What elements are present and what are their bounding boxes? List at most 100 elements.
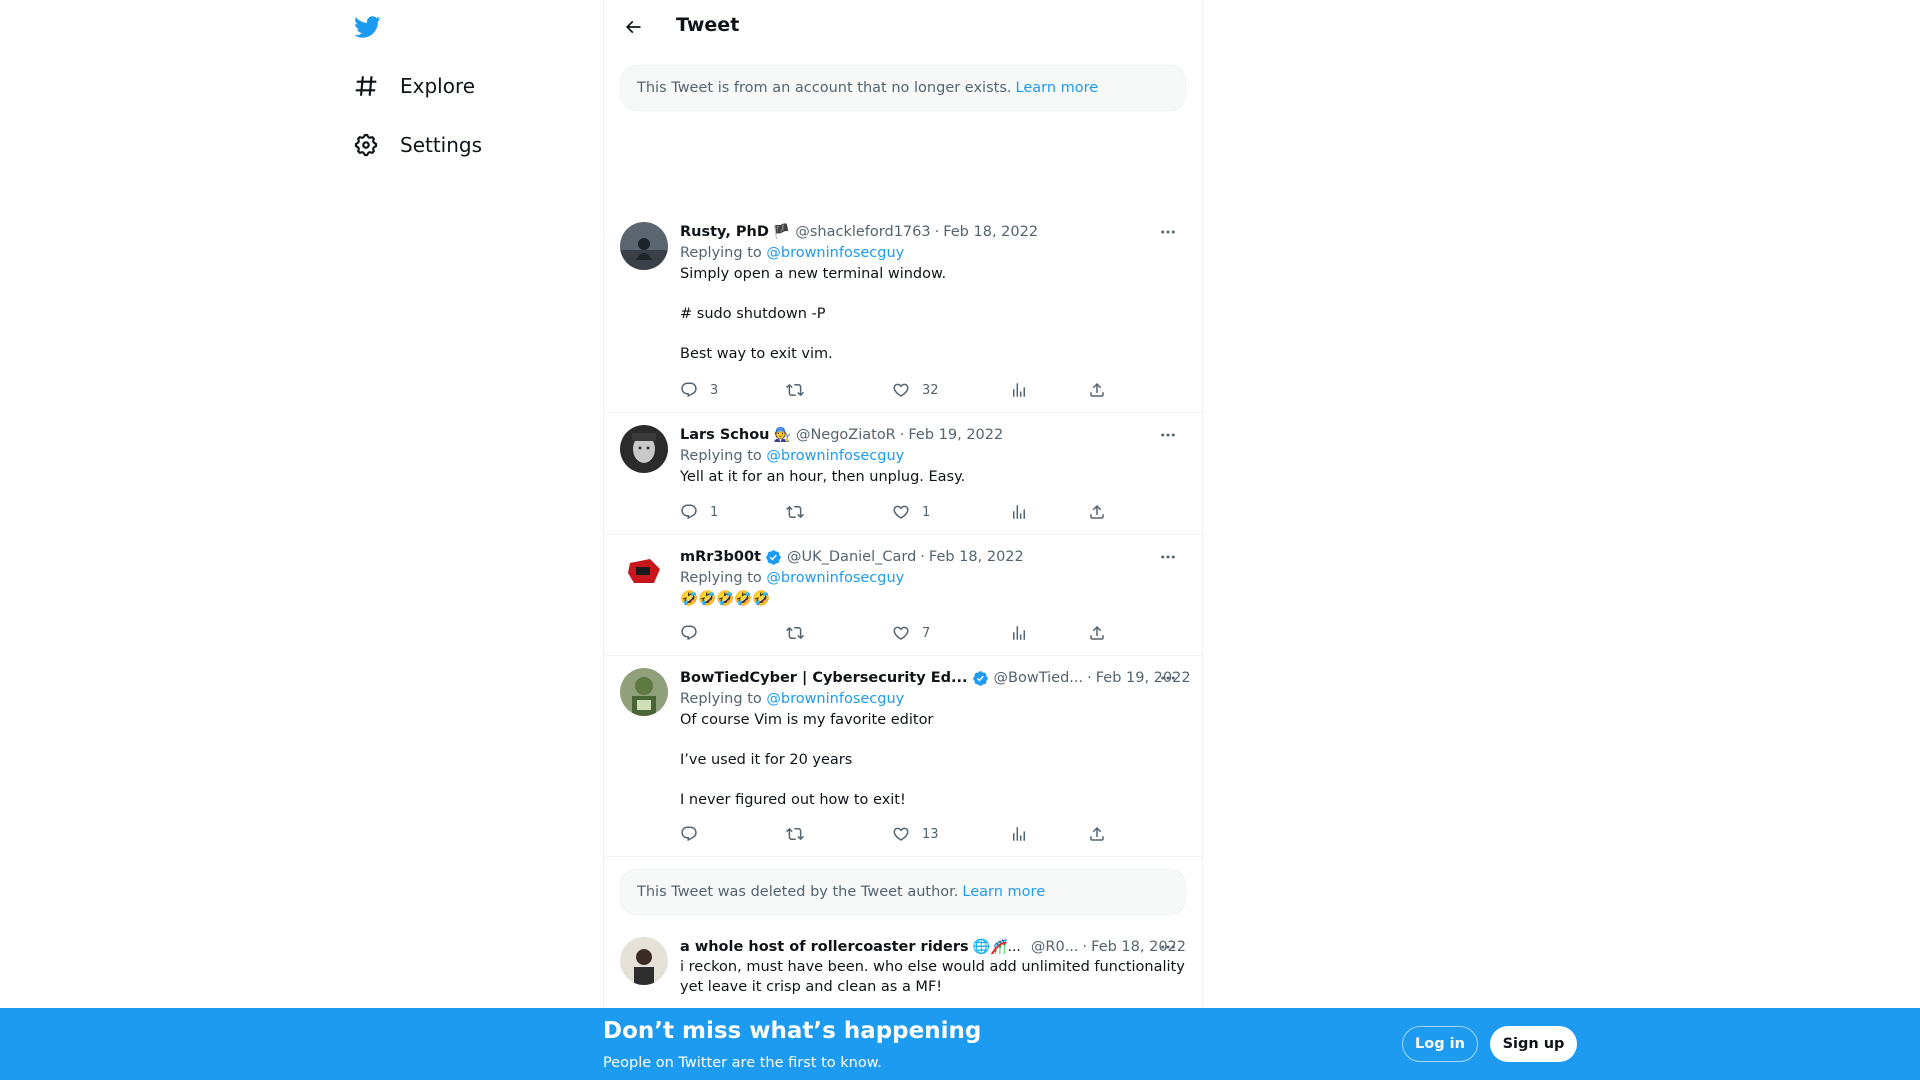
more-options-icon[interactable]	[1156, 222, 1180, 242]
globe-rollercoaster-emoji: 🌐🎢...	[972, 939, 1021, 955]
tweet-line: Of course Vim is my favorite editor	[680, 712, 934, 728]
separator-dot: ·	[1082, 939, 1088, 955]
replying-to: Replying to @browninfosecguy	[680, 445, 1192, 467]
page-header: Tweet	[604, 0, 1204, 53]
retweet-button[interactable]	[786, 825, 804, 843]
twitter-bird-icon[interactable]	[352, 13, 382, 41]
retweet-button[interactable]	[786, 503, 804, 521]
like-button[interactable]: 7	[892, 624, 930, 642]
nav-item-settings[interactable]: Settings	[352, 120, 482, 170]
more-options-icon[interactable]	[1156, 668, 1180, 688]
separator-dot: ·	[1087, 670, 1092, 686]
author-name[interactable]: Lars Schou	[680, 427, 770, 443]
tweet-line: i reckon, must have been. who else would…	[680, 959, 1185, 995]
share-button[interactable]	[1088, 503, 1106, 521]
tweet-date[interactable]: Feb 18, 2022	[929, 549, 1024, 565]
heart-icon	[893, 827, 909, 841]
author-handle[interactable]: @shackleford1763	[795, 224, 930, 240]
avatar[interactable]	[620, 668, 668, 716]
tweet-reply[interactable]: BowTiedCyber | Cybersecurity Ed... @BowT…	[604, 656, 1204, 857]
more-options-icon[interactable]	[1156, 937, 1180, 957]
separator-dot: ·	[934, 224, 940, 240]
tweet-date[interactable]: Feb 19, 2022	[908, 427, 1003, 443]
like-count: 7	[922, 625, 931, 641]
replying-to-label: Replying to	[680, 448, 762, 464]
like-button[interactable]: 1	[892, 503, 930, 521]
author-name[interactable]: a whole host of rollercoaster riders	[680, 939, 969, 955]
reply-button[interactable]: 3	[680, 381, 718, 399]
reply-mention-link[interactable]: @browninfosecguy	[766, 570, 904, 586]
share-button[interactable]	[1088, 825, 1106, 843]
more-options-icon[interactable]	[1156, 547, 1180, 567]
like-count: 13	[922, 826, 939, 842]
verified-badge-icon	[766, 549, 781, 565]
avatar[interactable]	[620, 425, 668, 473]
views-button[interactable]	[1010, 624, 1028, 642]
reply-button[interactable]	[680, 624, 698, 642]
tweet-reply[interactable]: Lars Schou 🧑‍🔧 @NegoZiatoR · Feb 19, 202…	[604, 413, 1204, 535]
nav-item-explore[interactable]: Explore	[352, 61, 475, 111]
tweet-reply[interactable]: a whole host of rollercoaster riders 🌐🎢.…	[604, 925, 1204, 1008]
arrow-left-icon	[625, 20, 641, 34]
like-count: 1	[922, 504, 931, 520]
back-button[interactable]	[616, 10, 650, 44]
views-button[interactable]	[1010, 825, 1028, 843]
analytics-icon	[1013, 383, 1025, 397]
tweet-line: Yell at it for an hour, then unplug. Eas…	[680, 469, 966, 485]
flag-emoji: 🏴	[772, 224, 791, 240]
like-button[interactable]: 13	[892, 825, 939, 843]
tweet-line: I’ve used it for 20 years	[680, 752, 853, 768]
reply-count: 3	[710, 382, 719, 398]
reply-mention-link[interactable]: @browninfosecguy	[766, 448, 904, 464]
avatar[interactable]	[620, 937, 668, 985]
author-handle[interactable]: @NegoZiatoR	[796, 427, 896, 443]
tweet-reply[interactable]: mRr3b00t @UK_Daniel_Card · Feb 18, 2022 …	[604, 535, 1204, 656]
share-icon	[1090, 625, 1104, 640]
share-icon	[1090, 504, 1104, 519]
author-name[interactable]: mRr3b00t	[680, 549, 761, 565]
nav-label-settings: Settings	[400, 133, 483, 157]
tweet-actions: 13	[680, 825, 1104, 845]
like-button[interactable]: 32	[892, 381, 939, 399]
views-button[interactable]	[1010, 381, 1028, 399]
author-handle[interactable]: @R0...	[1031, 939, 1079, 955]
author-name[interactable]: Rusty, PhD	[680, 224, 769, 240]
tweet-reply[interactable]: Rusty, PhD 🏴 @shackleford1763 · Feb 18, …	[604, 210, 1204, 413]
retweet-button[interactable]	[786, 624, 804, 642]
tweet-line: Simply open a new terminal window.	[680, 266, 947, 282]
share-icon	[1090, 382, 1104, 397]
avatar[interactable]	[620, 547, 668, 595]
share-button[interactable]	[1088, 624, 1106, 642]
retweet-icon	[786, 505, 804, 519]
tweet-line: 🤣🤣🤣🤣🤣	[680, 591, 771, 607]
replying-to: Replying to @browninfosecguy	[680, 688, 1192, 710]
learn-more-link[interactable]: Learn more	[1016, 80, 1099, 96]
tweet-actions: 7	[680, 624, 1104, 644]
banner-title: Don’t miss what’s happening	[603, 1018, 982, 1044]
login-button[interactable]: Log in	[1402, 1026, 1478, 1062]
avatar[interactable]	[620, 222, 668, 270]
reply-icon	[681, 504, 697, 520]
reply-mention-link[interactable]: @browninfosecguy	[766, 245, 904, 261]
learn-more-link[interactable]: Learn more	[962, 884, 1045, 900]
share-button[interactable]	[1088, 381, 1106, 399]
separator-dot: ·	[920, 549, 925, 565]
reply-icon	[681, 382, 697, 398]
views-button[interactable]	[1010, 503, 1028, 521]
author-handle[interactable]: @UK_Daniel_Card	[787, 549, 916, 565]
author-handle[interactable]: @BowTied...	[994, 670, 1084, 686]
retweet-icon	[786, 383, 804, 397]
tweet-text: Yell at it for an hour, then unplug. Eas…	[680, 467, 1192, 487]
retweet-button[interactable]	[786, 381, 804, 399]
signup-button[interactable]: Sign up	[1490, 1026, 1577, 1062]
tweet-actions: 3 32	[680, 381, 1104, 401]
page-title: Tweet	[676, 14, 740, 36]
author-name[interactable]: BowTiedCyber | Cybersecurity Ed...	[680, 670, 968, 686]
reply-button[interactable]: 1	[680, 503, 718, 521]
reply-button[interactable]	[680, 825, 698, 843]
tweet-date[interactable]: Feb 18, 2022	[943, 224, 1038, 240]
heart-icon	[893, 626, 909, 640]
reply-mention-link[interactable]: @browninfosecguy	[766, 691, 904, 707]
more-options-icon[interactable]	[1156, 425, 1180, 445]
signup-banner: Don’t miss what’s happening People on Tw…	[0, 1008, 1920, 1080]
